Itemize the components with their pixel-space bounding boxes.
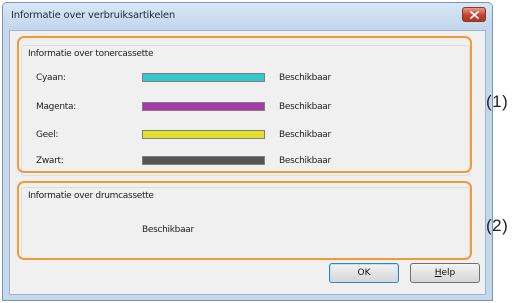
help-mnemonic: H bbox=[434, 268, 442, 278]
help-button[interactable]: Help bbox=[410, 263, 480, 283]
close-button[interactable] bbox=[462, 7, 486, 22]
callout-label-1: (1) bbox=[486, 92, 509, 111]
highlight-box-2 bbox=[17, 181, 472, 260]
title-bar[interactable]: Informatie over verbruiksartikelen bbox=[3, 3, 492, 29]
close-icon bbox=[470, 11, 479, 19]
ok-button[interactable]: OK bbox=[329, 263, 399, 283]
help-label-rest: elp bbox=[441, 268, 456, 278]
highlight-box-1 bbox=[17, 36, 472, 173]
window-title: Informatie over verbruiksartikelen bbox=[11, 10, 175, 21]
callout-label-2: (2) bbox=[486, 216, 509, 235]
